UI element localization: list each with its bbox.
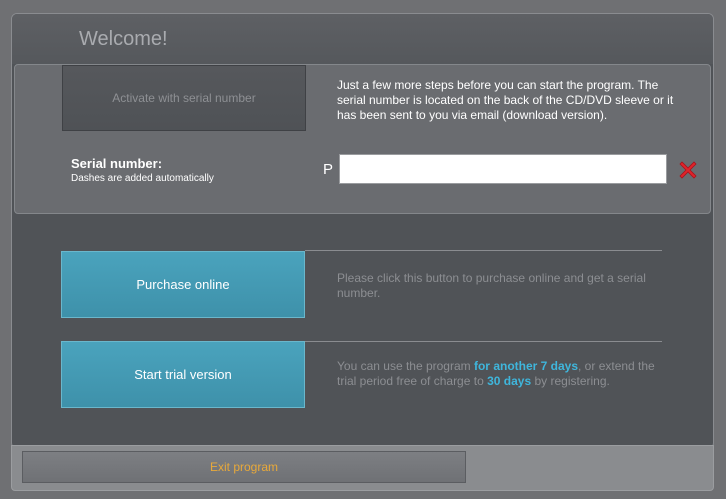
serial-panel: Activate with serial number Just a few m… [14, 64, 711, 214]
purchase-description: Please click this button to purchase onl… [337, 271, 646, 300]
serial-number-input[interactable] [339, 154, 667, 184]
trial-desc-part3: by registering. [531, 374, 610, 388]
trial-description: You can use the program for another 7 da… [337, 359, 667, 389]
footer-bar: Exit program [11, 445, 714, 491]
trial-days-remaining: for another 7 days [473, 359, 579, 373]
serial-number-hint: Dashes are added automatically [71, 173, 214, 184]
activate-serial-button[interactable]: Activate with serial number [62, 65, 306, 131]
trial-extended-days: 30 days [487, 374, 532, 388]
purchase-online-button[interactable]: Purchase online [61, 251, 305, 318]
start-trial-button[interactable]: Start trial version [61, 341, 305, 408]
divider [305, 341, 662, 342]
clear-serial-icon[interactable] [676, 158, 700, 182]
serial-prefix: P [323, 161, 334, 178]
exit-program-button[interactable]: Exit program [22, 451, 466, 483]
serial-number-label: Serial number: [71, 156, 163, 171]
trial-desc-part1: You can use the program [337, 359, 474, 373]
activate-info-text: Just a few more steps before you can sta… [337, 78, 674, 122]
window-title: Welcome! [79, 28, 168, 50]
divider [305, 250, 662, 251]
welcome-window: Welcome! Activate with serial number Jus… [11, 13, 714, 449]
